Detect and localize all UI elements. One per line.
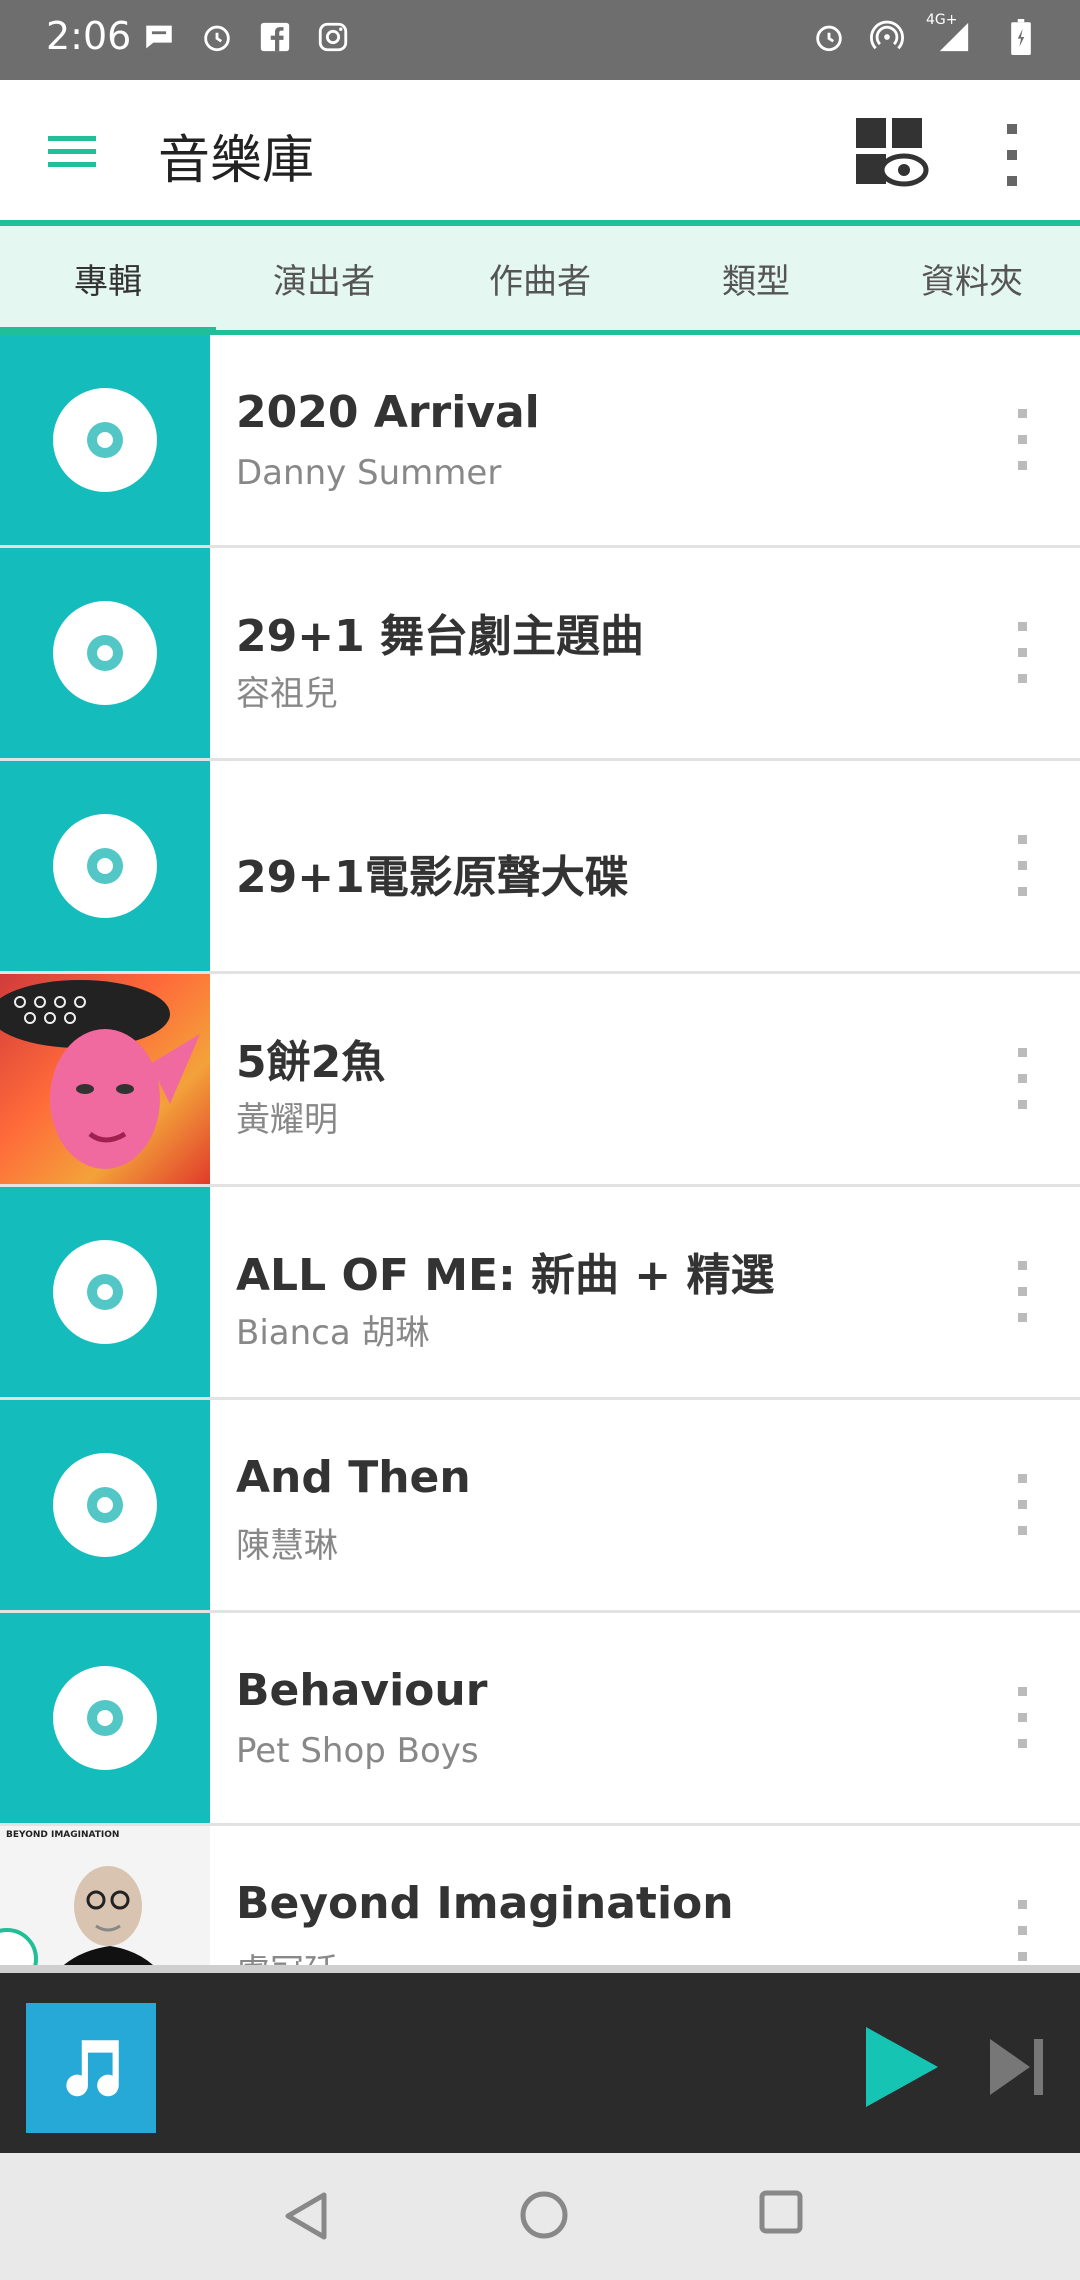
more-vert-icon[interactable] bbox=[1010, 1257, 1036, 1327]
tab-folders[interactable]: 資料夾 bbox=[864, 226, 1080, 330]
list-item[interactable]: 5餅2魚 黃耀明 bbox=[0, 974, 1080, 1187]
album-art bbox=[0, 548, 210, 758]
status-time: 2:06 bbox=[46, 14, 132, 58]
notification-icons bbox=[140, 18, 352, 56]
album-title: 29+1電影原聲大碟 bbox=[236, 852, 629, 903]
recent-apps-icon[interactable] bbox=[756, 2187, 806, 2237]
list-item[interactable]: 29+1電影原聲大碟 bbox=[0, 761, 1080, 974]
page-title: 音樂庫 bbox=[158, 131, 315, 191]
alarm-icon bbox=[198, 18, 236, 56]
tab-genres[interactable]: 類型 bbox=[648, 226, 864, 330]
album-title: 2020 Arrival bbox=[236, 387, 540, 438]
alarm-icon bbox=[810, 18, 848, 56]
album-artist: Pet Shop Boys bbox=[236, 1731, 479, 1771]
back-icon[interactable] bbox=[280, 2189, 330, 2243]
skip-next-icon[interactable] bbox=[986, 2025, 1050, 2109]
disc-icon bbox=[53, 388, 157, 492]
facebook-icon bbox=[256, 18, 294, 56]
album-art bbox=[0, 1400, 210, 1610]
disc-icon bbox=[53, 1666, 157, 1770]
album-artist: 容祖兒 bbox=[236, 674, 338, 714]
home-icon[interactable] bbox=[516, 2187, 572, 2243]
disc-icon bbox=[53, 1240, 157, 1344]
album-title: ALL OF ME: 新曲 + 精選 bbox=[236, 1250, 775, 1301]
album-art bbox=[0, 761, 210, 971]
album-art bbox=[0, 1613, 210, 1823]
status-bar: 2:06 4G+ bbox=[0, 0, 1080, 80]
network-label: 4G+ bbox=[926, 12, 958, 28]
tab-artists[interactable]: 演出者 bbox=[216, 226, 432, 330]
category-tabs: 專輯 演出者 作曲者 類型 資料夾 bbox=[0, 226, 1080, 335]
more-vert-icon[interactable] bbox=[1010, 1683, 1036, 1753]
app-bar: 音樂庫 bbox=[0, 80, 1080, 226]
portrait-cover bbox=[0, 980, 200, 1169]
disc-icon bbox=[53, 814, 157, 918]
album-artist: 黃耀明 bbox=[236, 1100, 338, 1140]
disc-icon bbox=[53, 1453, 157, 1557]
list-item[interactable]: And Then 陳慧琳 bbox=[0, 1400, 1080, 1613]
tab-composers[interactable]: 作曲者 bbox=[432, 226, 648, 330]
album-art bbox=[0, 1187, 210, 1397]
album-artist: 盧冠廷 bbox=[236, 1944, 338, 1965]
battery-icon bbox=[1002, 18, 1040, 56]
system-navigation-bar bbox=[0, 2153, 1080, 2280]
tab-albums[interactable]: 專輯 bbox=[0, 226, 216, 335]
album-artist: 陳慧琳 bbox=[236, 1526, 338, 1566]
album-title: 29+1 舞台劇主題曲 bbox=[236, 611, 645, 662]
list-item[interactable]: BEYOND IMAGINATION Beyond Imagination 盧冠… bbox=[0, 1826, 1080, 1965]
music-note-icon bbox=[26, 2003, 156, 2133]
more-vert-icon[interactable] bbox=[1010, 405, 1036, 475]
album-title: Behaviour bbox=[236, 1665, 488, 1716]
more-vert-icon[interactable] bbox=[990, 120, 1034, 190]
album-art bbox=[0, 335, 210, 545]
more-vert-icon[interactable] bbox=[1010, 1044, 1036, 1114]
album-artist: Danny Summer bbox=[236, 453, 502, 493]
hotspot-icon bbox=[868, 18, 906, 56]
album-list: 2020 Arrival Danny Summer 29+1 舞台劇主題曲 容祖… bbox=[0, 335, 1080, 1965]
list-item[interactable]: Behaviour Pet Shop Boys bbox=[0, 1613, 1080, 1826]
album-title: Beyond Imagination bbox=[236, 1878, 734, 1929]
more-vert-icon[interactable] bbox=[1010, 1896, 1036, 1965]
more-vert-icon[interactable] bbox=[1010, 1470, 1036, 1540]
disc-icon bbox=[53, 601, 157, 705]
play-icon[interactable] bbox=[862, 2025, 942, 2109]
hamburger-menu-icon[interactable] bbox=[46, 124, 102, 180]
instagram-icon bbox=[314, 18, 352, 56]
system-icons: 4G+ bbox=[810, 12, 1040, 56]
mini-player[interactable] bbox=[0, 1965, 1080, 2153]
list-item[interactable]: 29+1 舞台劇主題曲 容祖兒 bbox=[0, 548, 1080, 761]
list-item[interactable]: 2020 Arrival Danny Summer bbox=[0, 335, 1080, 548]
cover-text: BEYOND IMAGINATION bbox=[6, 1830, 120, 1840]
gallery-view-icon[interactable] bbox=[854, 116, 930, 192]
signal-icon: 4G+ bbox=[926, 12, 982, 56]
list-item[interactable]: ALL OF ME: 新曲 + 精選 Bianca 胡琳 bbox=[0, 1187, 1080, 1400]
message-icon bbox=[140, 18, 178, 56]
album-title: And Then bbox=[236, 1452, 471, 1503]
more-vert-icon[interactable] bbox=[1010, 618, 1036, 688]
album-artist: Bianca 胡琳 bbox=[236, 1313, 430, 1353]
album-cover-image bbox=[0, 974, 210, 1184]
album-title: 5餅2魚 bbox=[236, 1037, 386, 1088]
more-vert-icon[interactable] bbox=[1010, 831, 1036, 901]
